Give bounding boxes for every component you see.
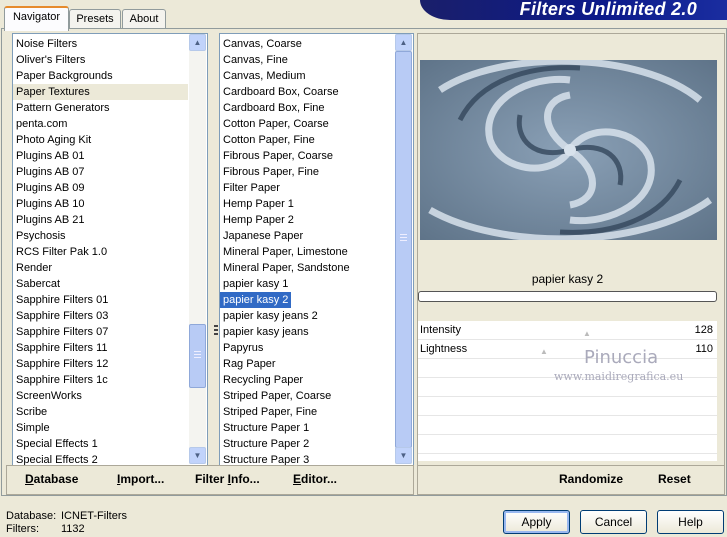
list-item[interactable]: Cardboard Box, Fine (220, 100, 394, 116)
list-item[interactable]: Special Effects 1 (13, 436, 188, 452)
watermark-name: Pinuccia (584, 347, 659, 368)
list-item[interactable]: Cardboard Box, Coarse (220, 84, 394, 100)
list-item[interactable]: RCS Filter Pak 1.0 (13, 244, 188, 260)
list-item[interactable]: Sapphire Filters 01 (13, 292, 188, 308)
list-item[interactable]: Sapphire Filters 11 (13, 340, 188, 356)
list-item[interactable]: Scribe (13, 404, 188, 420)
list-item[interactable]: Hemp Paper 2 (220, 212, 394, 228)
tab-about[interactable]: About (122, 9, 166, 29)
list-item[interactable]: papier kasy jeans 2 (220, 308, 394, 324)
watermark-site: www.maidiregrafica.eu (554, 370, 684, 383)
category-scrollbar[interactable]: ▲ ▼ (189, 34, 206, 464)
scroll-thumb[interactable] (395, 51, 412, 448)
list-item[interactable]: Photo Aging Kit (13, 132, 188, 148)
list-item[interactable]: Fibrous Paper, Coarse (220, 148, 394, 164)
scroll-down-icon[interactable]: ▼ (395, 447, 412, 464)
list-item[interactable]: Papyrus (220, 340, 394, 356)
category-list[interactable]: Noise Filters Oliver's Filters Paper Backg… (12, 33, 208, 469)
filter-list[interactable]: Canvas, Coarse Canvas, Fine Canvas, Medium… (219, 33, 414, 469)
filter-scrollbar[interactable]: ▲ ▼ (395, 34, 412, 464)
list-item[interactable]: Sapphire Filters 12 (13, 356, 188, 372)
list-item[interactable]: Simple (13, 420, 188, 436)
list-item[interactable]: Structure Paper 2 (220, 436, 394, 452)
editor-button[interactable]: Editor... (293, 472, 337, 486)
app-title: Filters Unlimited 2.0 (519, 0, 697, 19)
param-row-intensity[interactable]: Intensity 128 (418, 321, 717, 340)
list-item[interactable]: Render (13, 260, 188, 276)
preview-filter-name: papier kasy 2 (531, 272, 604, 286)
filter-info-button[interactable]: Filter Info... (195, 472, 260, 486)
title-banner: Filters Unlimited 2.0 (420, 0, 727, 20)
list-item[interactable]: Mineral Paper, Limestone (220, 244, 394, 260)
preview-image (420, 60, 717, 240)
scroll-down-icon[interactable]: ▼ (189, 447, 206, 464)
help-button[interactable]: Help (657, 510, 724, 534)
list-item[interactable]: Rag Paper (220, 356, 394, 372)
database-button[interactable]: Database (25, 472, 78, 486)
list-item[interactable]: Canvas, Coarse (220, 36, 394, 52)
progress-bar (418, 291, 717, 302)
list-item[interactable]: Recycling Paper (220, 372, 394, 388)
left-button-bar: Database Import... Filter Info... Editor… (6, 465, 414, 495)
randomize-button[interactable]: Randomize (559, 472, 623, 486)
list-item[interactable]: Paper Backgrounds (13, 68, 188, 84)
list-item[interactable]: Pattern Generators (13, 100, 188, 116)
slider-marker-icon: ▲ (540, 347, 548, 356)
list-item[interactable]: papier kasy 1 (220, 276, 394, 292)
list-item[interactable]: Sapphire Filters 1c (13, 372, 188, 388)
scroll-up-icon[interactable]: ▲ (395, 34, 412, 51)
status-database: Database: ICNET-Filters (6, 510, 127, 522)
tab-presets[interactable]: Presets (69, 9, 121, 29)
list-item[interactable]: Noise Filters (13, 36, 188, 52)
splitter-grip-icon[interactable] (214, 325, 218, 335)
list-item[interactable]: Plugins AB 10 (13, 196, 188, 212)
list-item[interactable]: Hemp Paper 1 (220, 196, 394, 212)
list-item[interactable]: Striped Paper, Fine (220, 404, 394, 420)
list-item[interactable]: Sabercat (13, 276, 188, 292)
list-item[interactable]: Plugins AB 07 (13, 164, 188, 180)
slider-marker-icon: ▲ (583, 329, 591, 338)
list-item[interactable]: papier kasy jeans (220, 324, 394, 340)
status-filters: Filters: 1132 (6, 523, 85, 535)
list-item[interactable]: penta.com (13, 116, 188, 132)
list-item[interactable]: Plugins AB 09 (13, 180, 188, 196)
params-area: Intensity 128 Lightness 110 ▲ ▲ Pinuccia… (418, 321, 717, 461)
list-item[interactable]: Japanese Paper (220, 228, 394, 244)
scroll-up-icon[interactable]: ▲ (189, 34, 206, 51)
param-value: 110 (695, 343, 713, 355)
list-item[interactable]: Oliver's Filters (13, 52, 188, 68)
list-item[interactable]: Canvas, Fine (220, 52, 394, 68)
list-item[interactable]: Sapphire Filters 03 (13, 308, 188, 324)
apply-button[interactable]: Apply (503, 510, 570, 534)
list-item[interactable]: Mineral Paper, Sandstone (220, 260, 394, 276)
list-item[interactable]: Cotton Paper, Coarse (220, 116, 394, 132)
param-value: 128 (694, 324, 713, 336)
scroll-thumb[interactable] (189, 324, 206, 388)
list-item[interactable]: Structure Paper 1 (220, 420, 394, 436)
list-item[interactable]: Plugins AB 21 (13, 212, 188, 228)
param-row-lightness[interactable]: Lightness 110 (418, 340, 717, 359)
import-button[interactable]: Import... (117, 472, 164, 486)
list-item[interactable]: Fibrous Paper, Fine (220, 164, 394, 180)
param-label: Intensity (420, 324, 461, 336)
list-item[interactable]: Striped Paper, Coarse (220, 388, 394, 404)
list-item[interactable]: Psychosis (13, 228, 188, 244)
list-item[interactable]: Filter Paper (220, 180, 394, 196)
cancel-button[interactable]: Cancel (580, 510, 647, 534)
list-item[interactable]: ScreenWorks (13, 388, 188, 404)
param-label: Lightness (420, 343, 468, 355)
reset-button[interactable]: Reset (658, 472, 691, 486)
right-button-bar: Randomize Reset (417, 465, 725, 495)
list-item[interactable]: Plugins AB 01 (13, 148, 188, 164)
list-item[interactable]: Cotton Paper, Fine (220, 132, 394, 148)
list-item[interactable]: Paper Textures (13, 84, 188, 100)
list-item[interactable]: papier kasy 2 (220, 291, 293, 309)
tab-navigator[interactable]: Navigator (4, 6, 69, 31)
list-item[interactable]: Canvas, Medium (220, 68, 394, 84)
list-item[interactable]: Sapphire Filters 07 (13, 324, 188, 340)
